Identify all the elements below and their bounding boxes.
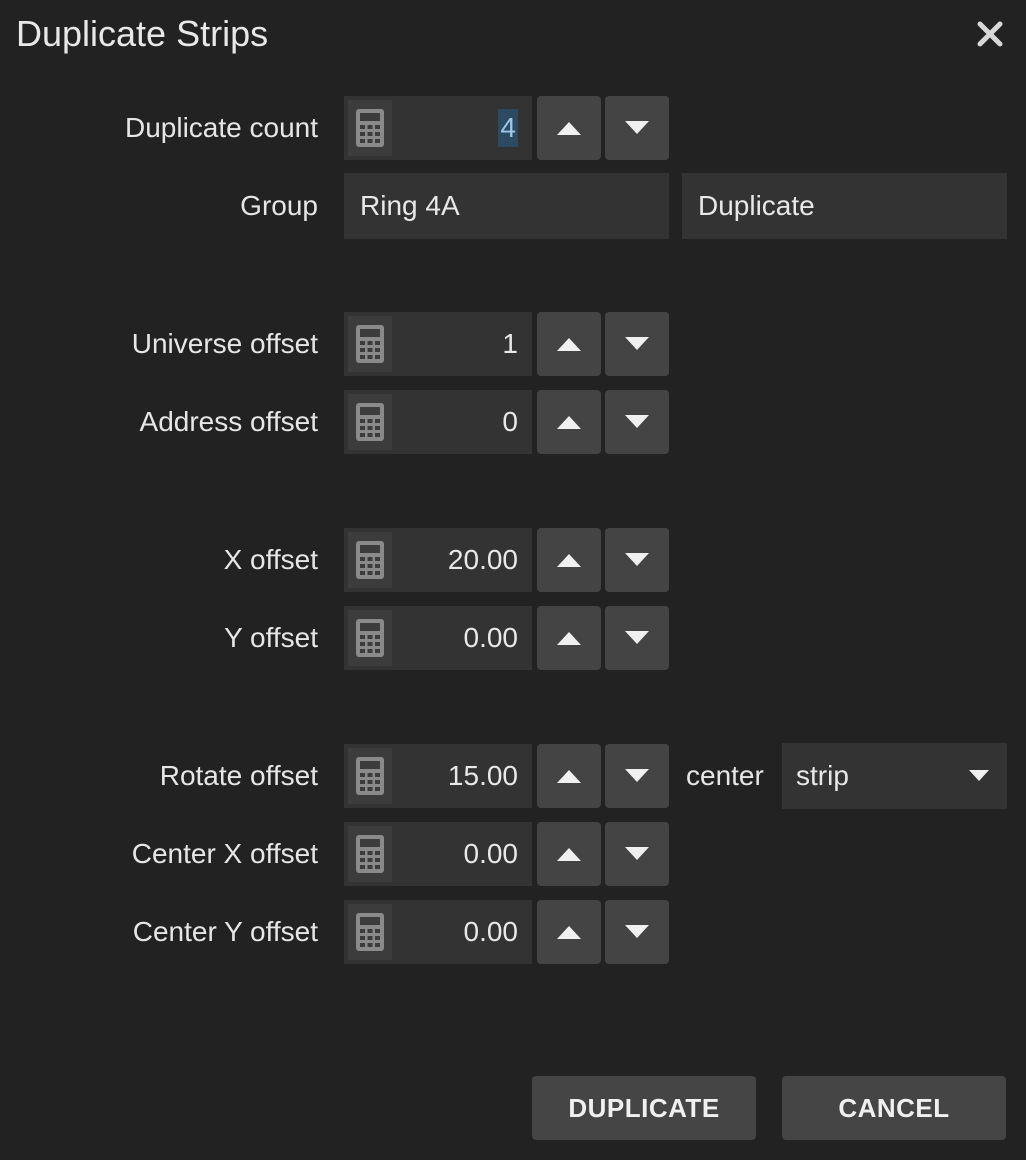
group-label: Group xyxy=(240,190,318,221)
arrow-up-icon xyxy=(557,338,581,351)
x-offset-value[interactable]: 20.00 xyxy=(448,528,518,592)
address-offset-value[interactable]: 0 xyxy=(502,390,518,454)
rotate-offset-label: Rotate offset xyxy=(159,760,318,791)
y-offset-label: Y offset xyxy=(224,622,318,653)
universe-offset-input[interactable]: 1 xyxy=(344,312,532,376)
group-name-input[interactable]: Ring 4A xyxy=(344,173,669,239)
rotate-center-selected: strip xyxy=(796,760,849,791)
y-offset-up-button[interactable] xyxy=(537,606,601,670)
calculator-icon[interactable] xyxy=(348,316,392,372)
center-x-offset-input[interactable]: 0.00 xyxy=(344,822,532,886)
y-offset-input[interactable]: 0.00 xyxy=(344,606,532,670)
calculator-icon[interactable] xyxy=(348,610,392,666)
duplicate-count-label: Duplicate count xyxy=(124,112,318,143)
arrow-up-icon xyxy=(557,848,581,861)
universe-offset-up-button[interactable] xyxy=(537,312,601,376)
calculator-icon[interactable] xyxy=(348,748,392,804)
dialog-title: Duplicate Strips xyxy=(16,13,269,54)
rotate-offset-input[interactable]: 15.00 xyxy=(344,744,532,808)
x-offset-label: X offset xyxy=(223,544,318,575)
universe-offset-label: Universe offset xyxy=(131,328,318,359)
rotate-offset-down-button[interactable] xyxy=(605,744,669,808)
center-x-offset-up-button[interactable] xyxy=(537,822,601,886)
arrow-down-icon xyxy=(625,553,649,566)
rotate-center-select[interactable]: strip xyxy=(782,743,1007,809)
arrow-up-icon xyxy=(557,416,581,429)
calculator-icon[interactable] xyxy=(348,100,392,156)
universe-offset-value[interactable]: 1 xyxy=(502,312,518,376)
center-y-offset-input[interactable]: 0.00 xyxy=(344,900,532,964)
address-offset-label: Address offset xyxy=(139,406,318,437)
center-y-offset-label: Center Y offset xyxy=(132,916,318,947)
chevron-down-icon xyxy=(969,770,989,781)
center-y-offset-value[interactable]: 0.00 xyxy=(464,900,519,964)
duplicate-count-value[interactable]: 4 xyxy=(498,109,518,147)
duplicate-count-down-button[interactable] xyxy=(605,96,669,160)
arrow-down-icon xyxy=(625,121,649,134)
cancel-button[interactable]: CANCEL xyxy=(782,1076,1006,1140)
duplicate-count-input[interactable]: 4 xyxy=(344,96,532,160)
y-offset-down-button[interactable] xyxy=(605,606,669,670)
arrow-down-icon xyxy=(625,415,649,428)
universe-offset-down-button[interactable] xyxy=(605,312,669,376)
rotate-center-label: center xyxy=(686,760,764,791)
center-x-offset-value[interactable]: 0.00 xyxy=(464,822,519,886)
arrow-down-icon xyxy=(625,769,649,782)
arrow-down-icon xyxy=(625,631,649,644)
x-offset-up-button[interactable] xyxy=(537,528,601,592)
arrow-down-icon xyxy=(625,337,649,350)
center-y-offset-down-button[interactable] xyxy=(605,900,669,964)
address-offset-up-button[interactable] xyxy=(537,390,601,454)
calculator-icon[interactable] xyxy=(348,826,392,882)
calculator-icon[interactable] xyxy=(348,904,392,960)
center-y-offset-up-button[interactable] xyxy=(537,900,601,964)
arrow-up-icon xyxy=(557,926,581,939)
duplicate-button[interactable]: DUPLICATE xyxy=(532,1076,756,1140)
arrow-down-icon xyxy=(625,847,649,860)
calculator-icon[interactable] xyxy=(348,532,392,588)
calculator-icon[interactable] xyxy=(348,394,392,450)
arrow-up-icon xyxy=(557,122,581,135)
arrow-up-icon xyxy=(557,632,581,645)
x-offset-input[interactable]: 20.00 xyxy=(344,528,532,592)
center-x-offset-down-button[interactable] xyxy=(605,822,669,886)
center-x-offset-label: Center X offset xyxy=(131,838,318,869)
group-suffix-input[interactable]: Duplicate xyxy=(682,173,1007,239)
y-offset-value[interactable]: 0.00 xyxy=(464,606,519,670)
close-button[interactable] xyxy=(970,14,1010,54)
arrow-down-icon xyxy=(625,925,649,938)
arrow-up-icon xyxy=(557,554,581,567)
rotate-offset-value[interactable]: 15.00 xyxy=(448,744,518,808)
duplicate-count-up-button[interactable] xyxy=(537,96,601,160)
rotate-offset-up-button[interactable] xyxy=(537,744,601,808)
address-offset-input[interactable]: 0 xyxy=(344,390,532,454)
address-offset-down-button[interactable] xyxy=(605,390,669,454)
close-icon xyxy=(977,21,1003,47)
x-offset-down-button[interactable] xyxy=(605,528,669,592)
arrow-up-icon xyxy=(557,770,581,783)
